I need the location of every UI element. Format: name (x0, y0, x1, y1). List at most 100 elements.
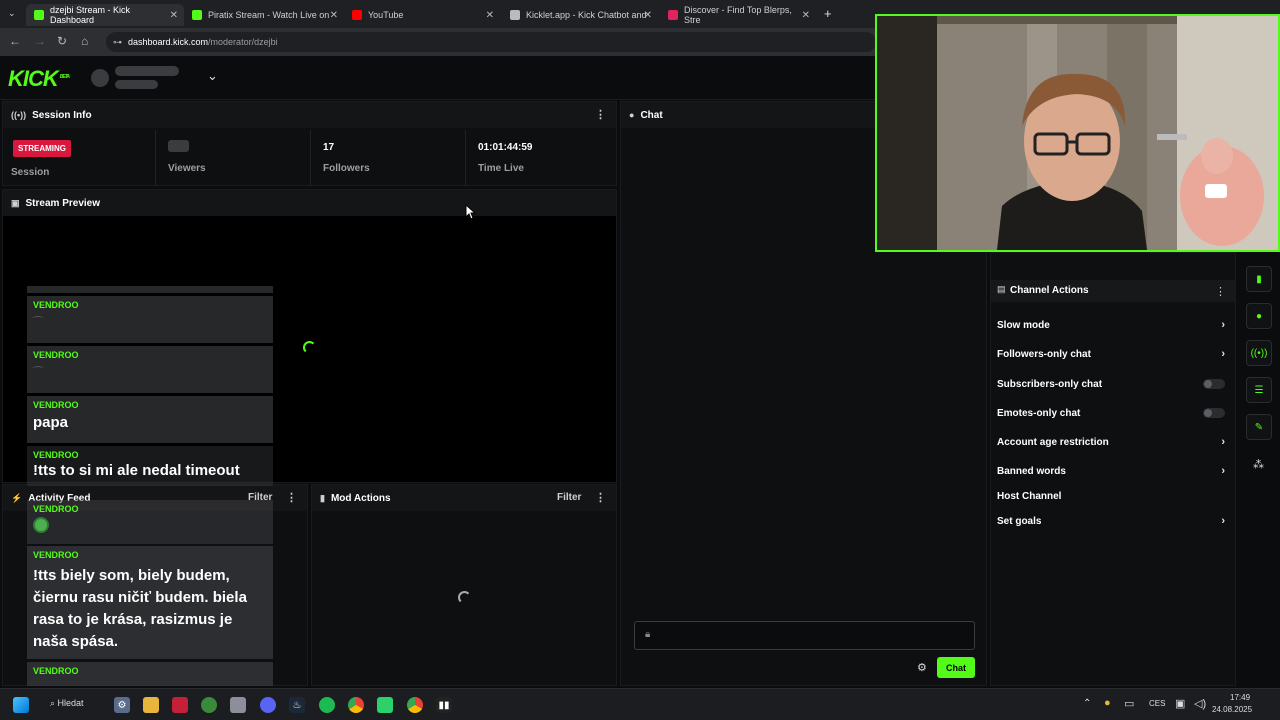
rail-document-icon[interactable]: ▮ (1246, 266, 1272, 292)
chat-settings-gear-icon[interactable]: ⚙ (917, 661, 927, 674)
set-goals-item[interactable]: Set goals › (997, 510, 1229, 532)
action-label: Emotes-only chat (997, 407, 1081, 419)
file-explorer-icon[interactable] (143, 697, 159, 713)
panel-title: Mod Actions (330, 492, 391, 504)
back-arrow-icon[interactable]: ← (9, 34, 21, 48)
clock-date[interactable]: 24.08.2025 (1212, 705, 1252, 714)
network-icon[interactable]: ▣ (1175, 697, 1185, 710)
slow-mode-item[interactable]: Slow mode › (997, 314, 1229, 336)
rail-chat-icon[interactable]: ● (1246, 303, 1272, 329)
url-path: /moderator/dzejbi (208, 37, 278, 47)
message-username: VENDROO (33, 300, 79, 310)
tab-close-icon[interactable]: ✕ (486, 10, 494, 21)
stat-viewers: Viewers (156, 130, 311, 186)
panel-title: Chat (640, 109, 663, 121)
webcam-feed (877, 16, 1278, 250)
host-channel-item[interactable]: Host Channel (997, 485, 1229, 507)
tray-overflow-chevron-icon[interactable]: ⌃ (1083, 698, 1091, 709)
rail-list-icon[interactable]: ☰ (1246, 377, 1272, 403)
blerp-favicon-icon (668, 10, 678, 20)
panel-title: Channel Actions (1010, 285, 1089, 296)
account-age-item[interactable]: Account age restriction › (997, 431, 1229, 453)
tab-blerp[interactable]: Discover - Find Top Blerps, Stre ✕ (660, 4, 816, 26)
overlay-message: VENDROO !tts biely som, biely budem, čie… (27, 546, 273, 659)
banned-words-item[interactable]: Banned words › (997, 460, 1229, 482)
tab-title: dzejbi Stream - Kick Dashboard (50, 5, 131, 25)
kick-logo[interactable]: KICK BETA (8, 66, 70, 92)
broadcast-icon: ((•)) (11, 110, 27, 120)
lock-icon: 🔒︎ (645, 629, 651, 640)
taskbar-search[interactable]: ⌕ Hledat (50, 698, 84, 709)
tab-kick-dashboard[interactable]: dzejbi Stream - Kick Dashboard ✕ (26, 4, 184, 26)
followers-only-item[interactable]: Followers-only chat › (997, 343, 1229, 365)
tab-close-icon[interactable]: ✕ (802, 10, 810, 21)
more-options-icon[interactable]: ⋮ (286, 491, 297, 504)
logo-beta-tag: BETA (59, 73, 70, 80)
action-label: Subscribers-only chat (997, 378, 1103, 390)
stat-time-live: 01:01:44:59 Time Live (466, 130, 616, 186)
tab-list-chevron-icon[interactable]: ⌄ (8, 8, 16, 19)
channel-sub-placeholder (115, 80, 158, 89)
media-app-icon[interactable] (230, 697, 246, 713)
url-bar[interactable]: ⊶ dashboard.kick.com/moderator/dzejbi (106, 32, 876, 52)
session-info-header: ((•)) Session Info ⋮ (3, 102, 616, 128)
rail-nodes-icon[interactable]: ⁂ (1253, 458, 1264, 471)
xbox-app-icon[interactable] (201, 697, 217, 713)
emotes-only-toggle[interactable] (1203, 408, 1225, 418)
chrome-active-app-icon[interactable] (407, 697, 423, 713)
overlay-message: VENDROO ⁀ (27, 296, 273, 343)
tab-kicklet[interactable]: Kicklet.app - Kick Chatbot and ✕ (502, 4, 658, 26)
message-username: VENDROO (33, 450, 79, 460)
settings-app-icon[interactable]: ⚙ (114, 697, 130, 713)
tab-close-icon[interactable]: ✕ (644, 10, 652, 21)
channel-name-placeholder (115, 66, 179, 76)
reload-icon[interactable]: ↻ (57, 34, 67, 48)
keyboard-icon[interactable]: ▭ (1124, 697, 1134, 710)
action-label: Host Channel (997, 490, 1062, 502)
tab-youtube[interactable]: YouTube ✕ (344, 4, 500, 26)
message-text: papa (33, 414, 69, 431)
language-indicator[interactable]: CES (1149, 699, 1165, 708)
preview-icon: ▣ (11, 197, 20, 208)
message-username: VENDROO (33, 666, 79, 676)
chat-send-button[interactable]: Chat (937, 657, 975, 678)
mod-filter-button[interactable]: Filter (557, 492, 581, 503)
more-options-icon[interactable]: ⋮ (595, 491, 606, 504)
site-info-icon[interactable]: ⊶ (113, 32, 122, 52)
chrome-app-icon[interactable] (348, 697, 364, 713)
message-text: !tts biely som, biely budem, čiernu rasu… (33, 567, 247, 650)
message-username: VENDROO (33, 350, 79, 360)
loading-spinner-icon (458, 591, 471, 604)
audio-app-icon[interactable]: ▮▮ (436, 697, 452, 713)
stat-followers: 17 Followers (311, 130, 466, 186)
amd-app-icon[interactable] (172, 697, 188, 713)
subscribers-only-toggle[interactable] (1203, 379, 1225, 389)
forward-arrow-icon[interactable]: → (34, 34, 46, 48)
clock-time[interactable]: 17:49 (1230, 693, 1250, 702)
steam-app-icon[interactable]: ♨ (289, 697, 305, 713)
stat-label: Session (11, 167, 50, 178)
rail-broadcast-icon[interactable]: ((•)) (1246, 340, 1272, 366)
discord-app-icon[interactable] (260, 697, 276, 713)
new-tab-plus-icon[interactable]: + (824, 6, 832, 21)
microphone-icon[interactable]: ● (1104, 697, 1111, 709)
tab-close-icon[interactable]: ✕ (170, 10, 178, 21)
channel-switch-chevron-icon[interactable]: ⌄ (207, 68, 218, 84)
obs-app-icon[interactable] (377, 697, 393, 713)
home-icon[interactable]: ⌂ (81, 34, 88, 48)
channel-avatar[interactable] (91, 69, 109, 87)
volume-icon[interactable]: ◁) (1194, 697, 1206, 710)
mod-actions-header: ▮ Mod Actions Filter ⋮ (312, 485, 616, 511)
action-label: Account age restriction (997, 436, 1109, 448)
more-options-icon[interactable]: ⋮ (595, 108, 606, 121)
more-options-icon[interactable]: ⋮ (1215, 285, 1226, 298)
viewers-loading-placeholder (168, 140, 189, 152)
time-live-value: 01:01:44:59 (478, 142, 533, 153)
spotify-app-icon[interactable] (319, 697, 335, 713)
chat-input[interactable]: 🔒︎ (634, 621, 975, 650)
tab-close-icon[interactable]: ✕ (330, 10, 338, 21)
windows-start-icon[interactable] (13, 697, 29, 713)
tab-piratix[interactable]: Piratix Stream - Watch Live on ✕ (184, 4, 344, 26)
overlay-message: VENDROO !tts to si mi ale nedal timeout (27, 446, 273, 486)
rail-wrench-icon[interactable]: ✎ (1246, 414, 1272, 440)
